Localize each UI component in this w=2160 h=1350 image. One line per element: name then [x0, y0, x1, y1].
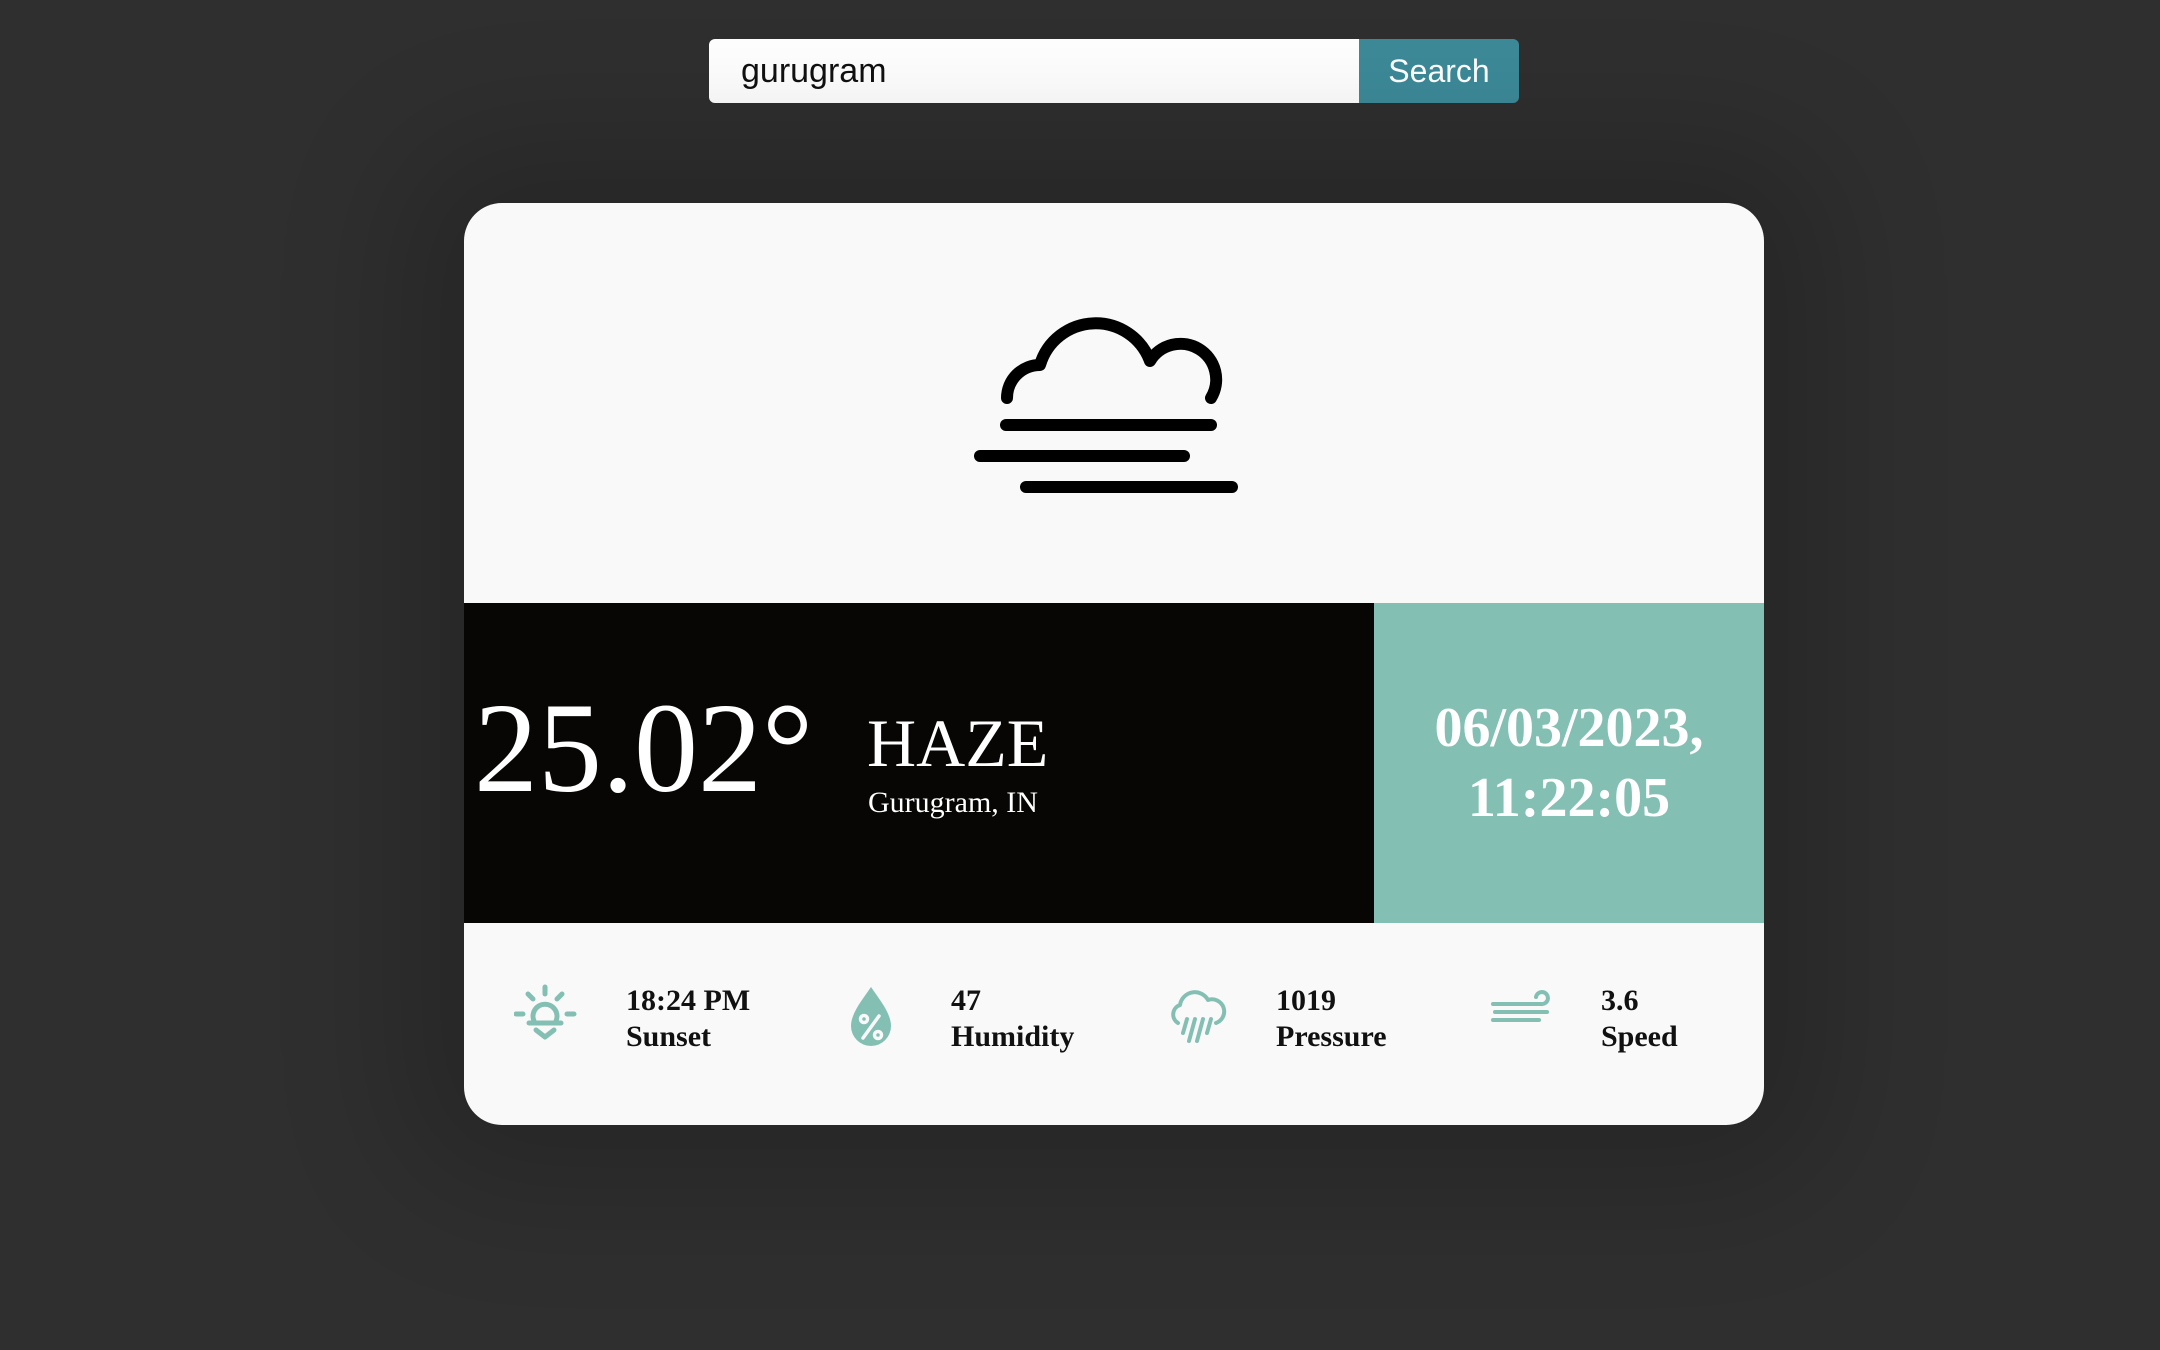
location: Gurugram, IN — [868, 786, 1038, 819]
date-time-panel: 06/03/2023, 11:22:05 — [1374, 603, 1764, 923]
sunset-icon — [514, 984, 577, 1040]
pressure-icon — [1171, 990, 1227, 1043]
haze-icon — [974, 317, 1238, 493]
stat-speed-text: 3.6 Speed — [1601, 983, 1678, 1055]
stat-speed-value: 3.6 — [1601, 984, 1639, 1017]
stat-sunset-text: 18:24 PM Sunset — [626, 983, 750, 1055]
weather-condition: HAZE — [867, 705, 1049, 781]
date: 06/03/2023, — [1434, 697, 1704, 759]
weather-stats: 18:24 PM Sunset 47 Humidity 1019 Pressur… — [464, 923, 1764, 1125]
stat-pressure-label: Pressure — [1276, 1020, 1387, 1053]
stat-humidity-label: Humidity — [951, 1020, 1075, 1053]
weather-icon-area — [464, 203, 1764, 603]
time: 11:22:05 — [1467, 767, 1671, 829]
stat-sunset-label: Sunset — [626, 1020, 712, 1053]
wind-icon — [1491, 990, 1550, 1022]
date-time: 06/03/2023, 11:22:05 — [1434, 693, 1703, 833]
stat-humidity-text: 47 Humidity — [951, 983, 1074, 1055]
stat-humidity-value: 47 — [951, 984, 981, 1017]
stat-pressure-value: 1019 — [1276, 984, 1336, 1017]
stat-sunset-value: 18:24 PM — [626, 984, 751, 1017]
stat-speed-label: Speed — [1601, 1020, 1678, 1053]
stat-pressure-text: 1019 Pressure — [1276, 983, 1387, 1055]
weather-summary-band: 25.02° HAZE Gurugram, IN 06/03/2023, 11:… — [464, 603, 1764, 923]
humidity-icon — [851, 987, 891, 1046]
search-bar: Search — [709, 39, 1519, 103]
search-input[interactable] — [709, 39, 1359, 103]
weather-summary: 25.02° HAZE Gurugram, IN — [464, 603, 1374, 923]
temperature: 25.02° — [474, 677, 814, 819]
search-button[interactable]: Search — [1359, 39, 1519, 103]
weather-card: 25.02° HAZE Gurugram, IN 06/03/2023, 11:… — [464, 203, 1764, 1125]
